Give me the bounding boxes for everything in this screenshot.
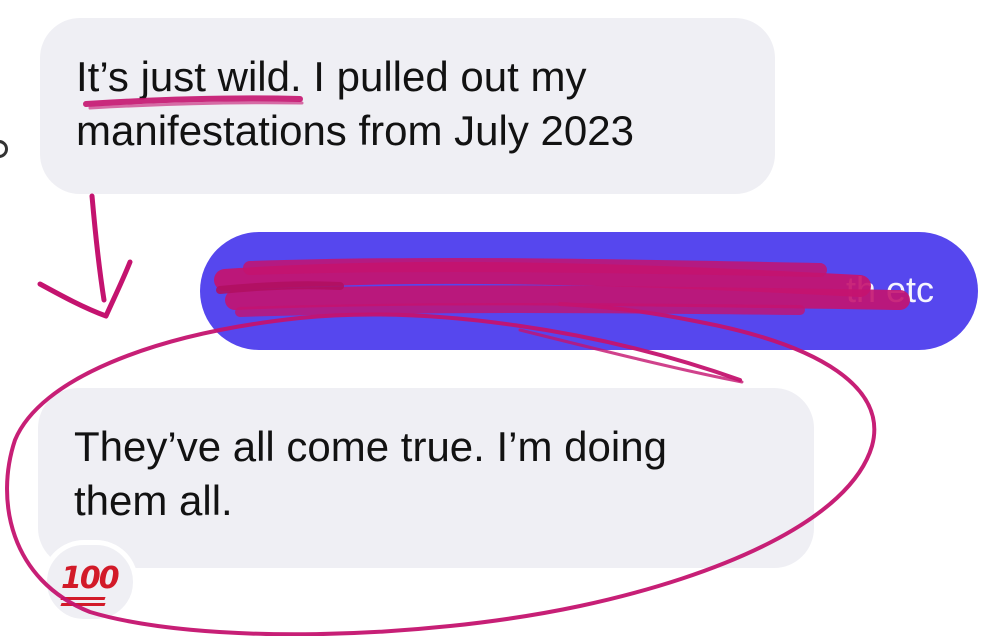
hundred-underline [60,603,106,606]
message-text-line: They’ve all come true. I’m doing [74,423,667,470]
message-text-line: them all. [74,477,233,524]
message-bubble-outgoing[interactable]: th etc [200,232,978,350]
down-arrow-icon [89,193,107,303]
chat-screenshot: It’s just wild. I pulled out my manifest… [0,0,995,636]
down-arrow-icon [37,259,133,319]
hundred-points-icon: 100 [61,561,120,596]
message-text-line: manifestations from July 2023 [76,107,634,154]
message-text-redacted: th etc [845,269,934,310]
avatar-edge [0,140,8,158]
message-bubble-incoming[interactable]: They’ve all come true. I’m doing them al… [38,388,814,568]
hundred-underline [60,597,106,600]
hundred-points-reaction[interactable]: 100 [42,540,138,624]
message-text-line: It’s just wild. I pulled out my [76,53,587,100]
message-bubble-incoming[interactable]: It’s just wild. I pulled out my manifest… [40,18,775,194]
